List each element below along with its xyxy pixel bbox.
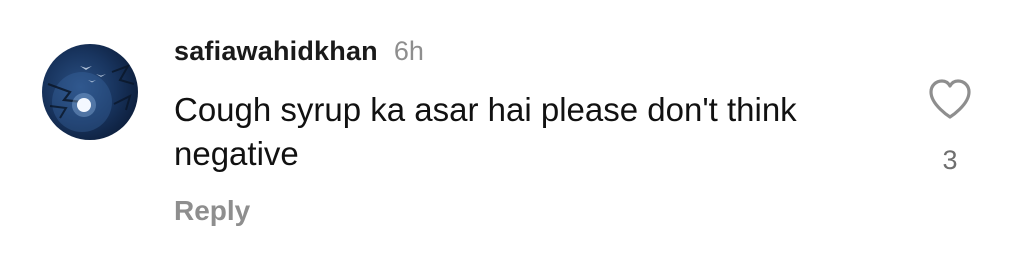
like-area: 3 <box>918 78 982 176</box>
comment-body: safiawahidkhan 6h Cough syrup ka asar ha… <box>174 36 894 227</box>
like-count: 3 <box>942 145 958 175</box>
heart-icon[interactable] <box>927 78 973 120</box>
username-link[interactable]: safiawahidkhan <box>174 36 378 67</box>
avatar[interactable] <box>42 44 138 140</box>
avatar-image <box>47 64 135 132</box>
comment-text: Cough syrup ka asar hai please don't thi… <box>174 91 797 172</box>
comment-item: safiawahidkhan 6h Cough syrup ka asar ha… <box>0 0 1024 263</box>
reply-button[interactable]: Reply <box>174 195 250 227</box>
comment-meta: safiawahidkhan 6h <box>174 36 894 76</box>
timestamp: 6h <box>393 36 424 66</box>
